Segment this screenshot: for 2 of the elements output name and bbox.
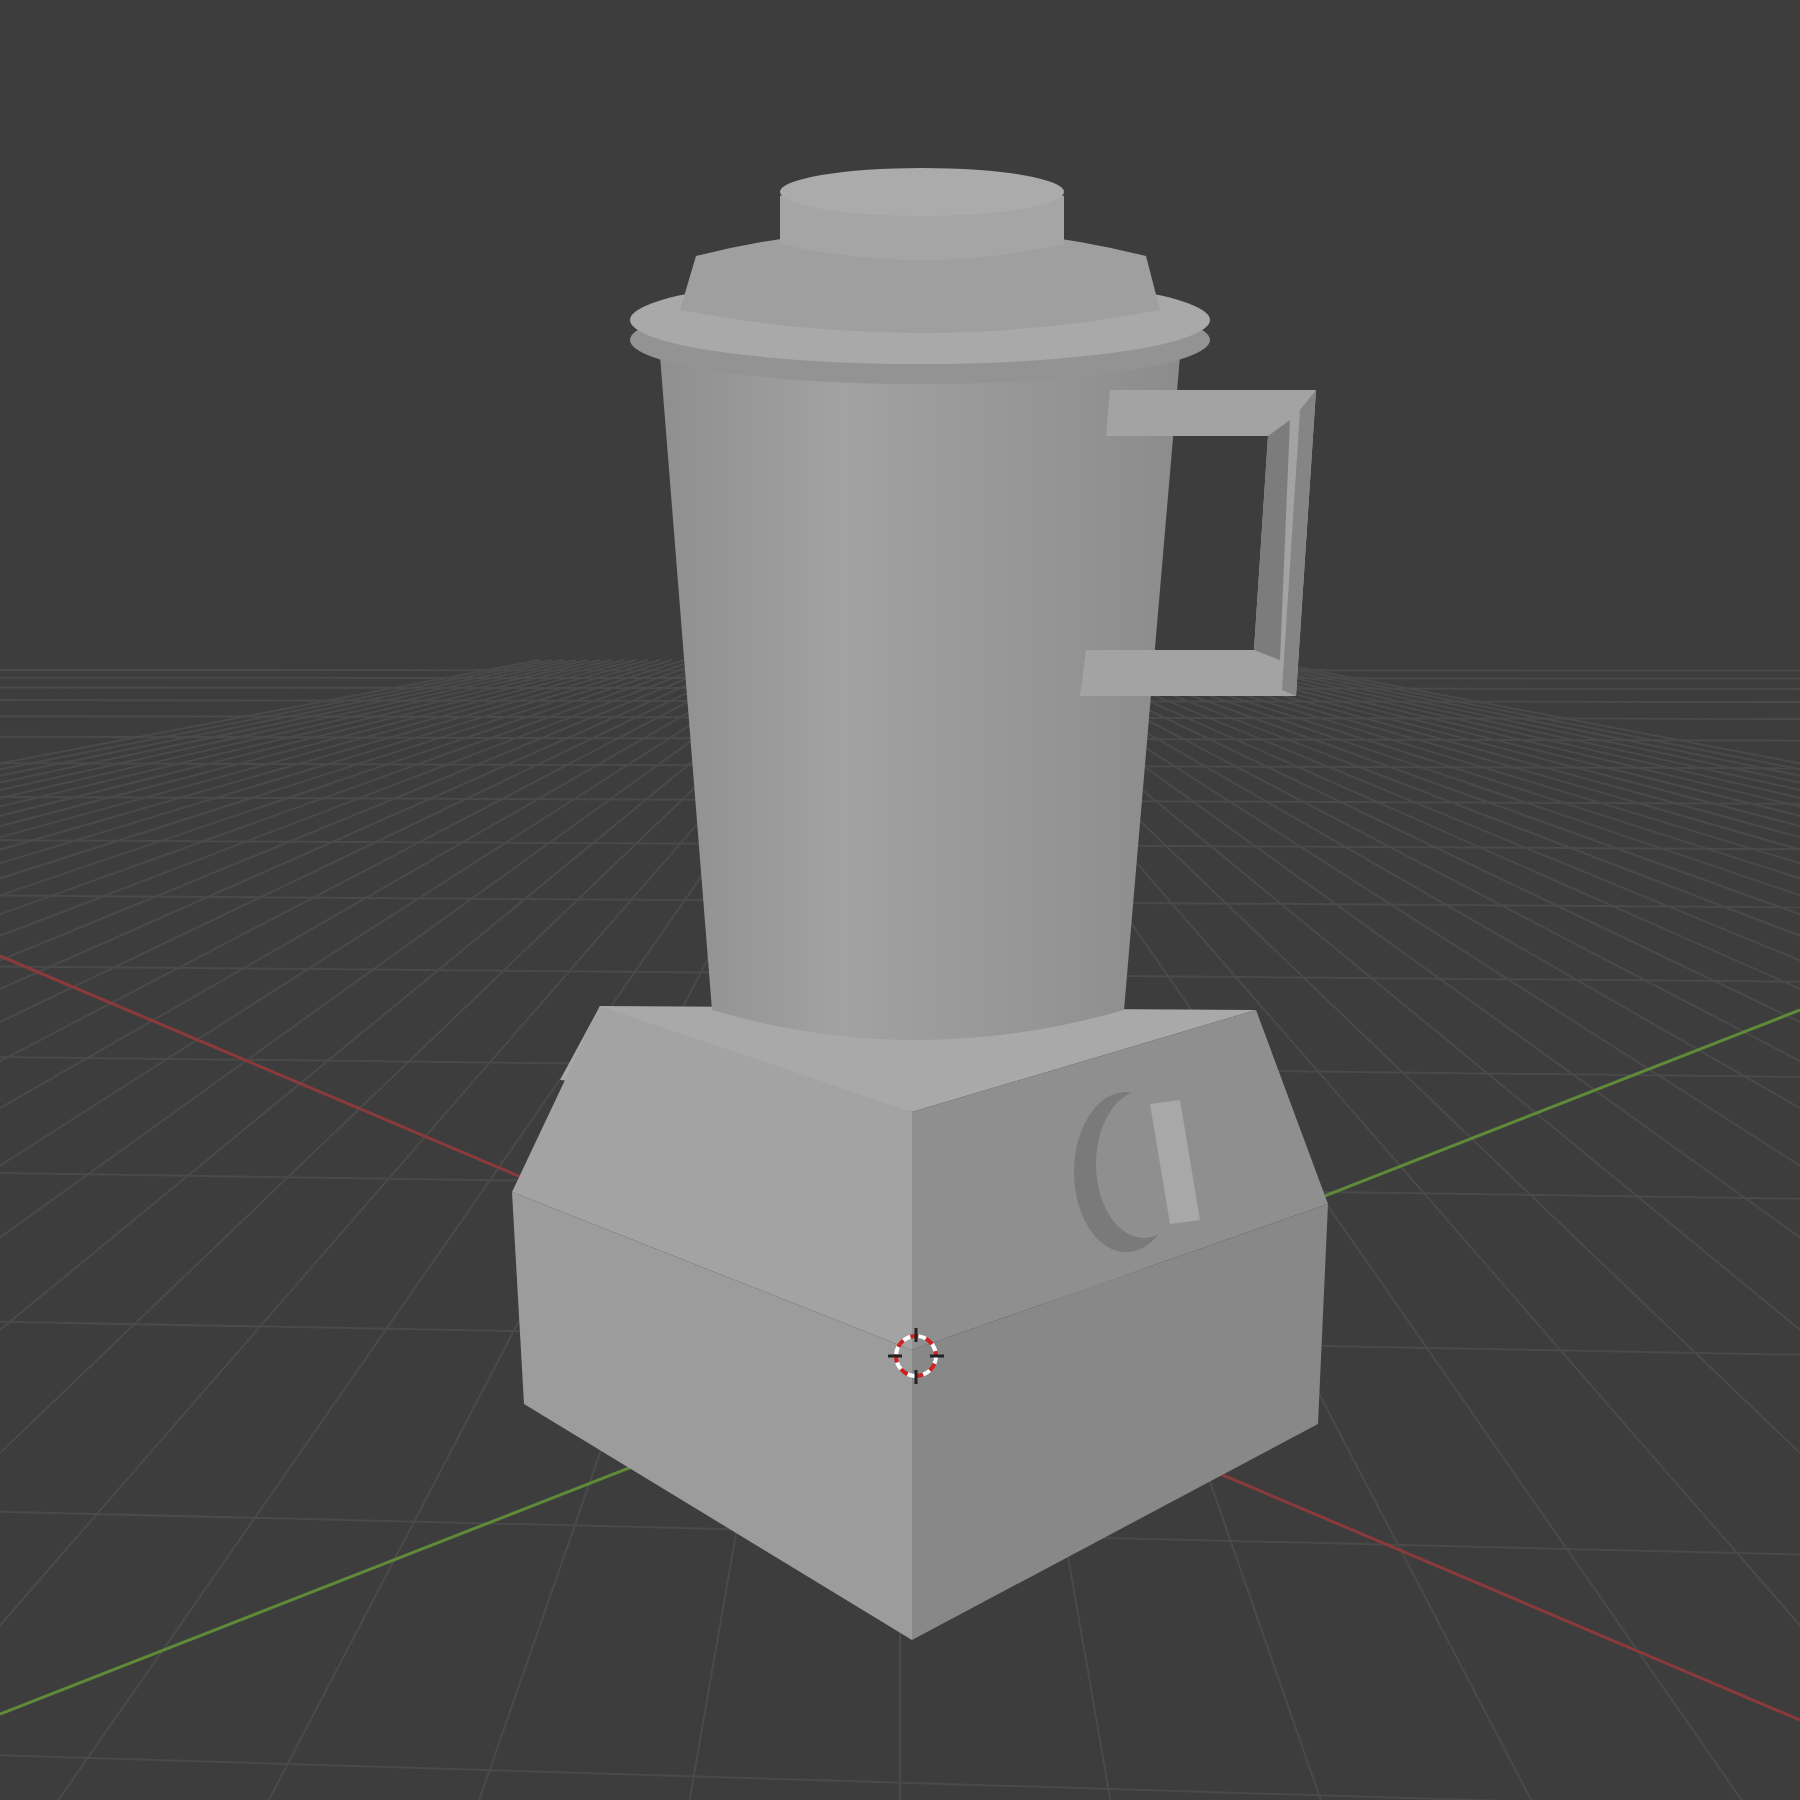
3d-cursor-icon[interactable]	[888, 1328, 944, 1384]
blender-appliance-drawing[interactable]	[512, 168, 1328, 1640]
